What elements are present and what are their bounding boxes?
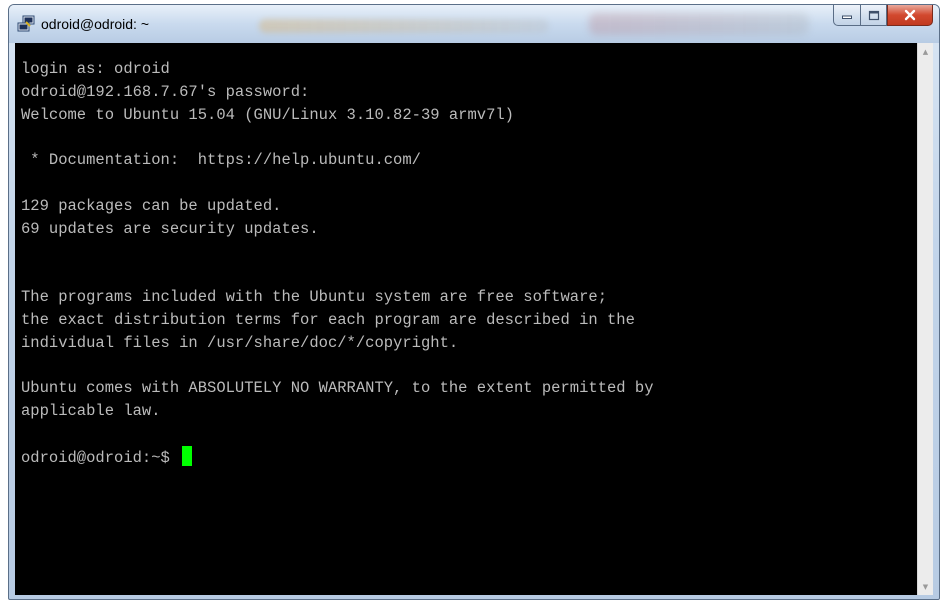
maximize-icon (868, 10, 879, 20)
terminal-line: Ubuntu comes with ABSOLUTELY NO WARRANTY… (21, 379, 654, 398)
maximize-button[interactable] (860, 5, 887, 26)
scroll-down-icon[interactable]: ▼ (918, 578, 933, 595)
terminal-window: odroid@odroid: ~ login as: odroid odroid… (8, 4, 940, 600)
terminal-line: * Documentation: https://help.ubuntu.com… (21, 151, 421, 170)
terminal-line: odroid@192.168.7.67's password: (21, 82, 310, 101)
terminal-line: the exact distribution terms for each pr… (21, 310, 635, 329)
background-blur (259, 19, 549, 33)
terminal-line: login as: odroid (21, 60, 170, 78)
close-button[interactable] (887, 5, 933, 26)
shell-prompt: odroid@odroid:~$ (21, 448, 180, 467)
terminal-lines: login as: odroid odroid@192.168.7.67's pa… (21, 58, 654, 468)
terminal-line: 129 packages can be updated. (21, 196, 282, 215)
caption-buttons (833, 5, 933, 27)
text-cursor (182, 445, 193, 466)
vertical-scrollbar[interactable]: ▲ ▼ (917, 43, 933, 595)
minimize-icon (842, 15, 852, 19)
terminal-line: Welcome to Ubuntu 15.04 (GNU/Linux 3.10.… (21, 105, 514, 124)
prompt-line[interactable]: odroid@odroid:~$ (21, 445, 654, 469)
scroll-up-icon[interactable]: ▲ (918, 43, 933, 60)
putty-icon[interactable] (17, 15, 35, 33)
terminal-line: applicable law. (21, 401, 161, 420)
close-icon (904, 9, 916, 21)
title-bar[interactable]: odroid@odroid: ~ (9, 5, 939, 43)
terminal-output[interactable]: login as: odroid odroid@192.168.7.67's pa… (15, 43, 917, 595)
terminal-line: individual files in /usr/share/doc/*/cop… (21, 333, 459, 352)
window-title: odroid@odroid: ~ (41, 16, 150, 32)
minimize-button[interactable] (833, 5, 860, 26)
terminal-line: The programs included with the Ubuntu sy… (21, 287, 607, 306)
background-blur (589, 13, 809, 35)
terminal-line: 69 updates are security updates. (21, 219, 319, 238)
